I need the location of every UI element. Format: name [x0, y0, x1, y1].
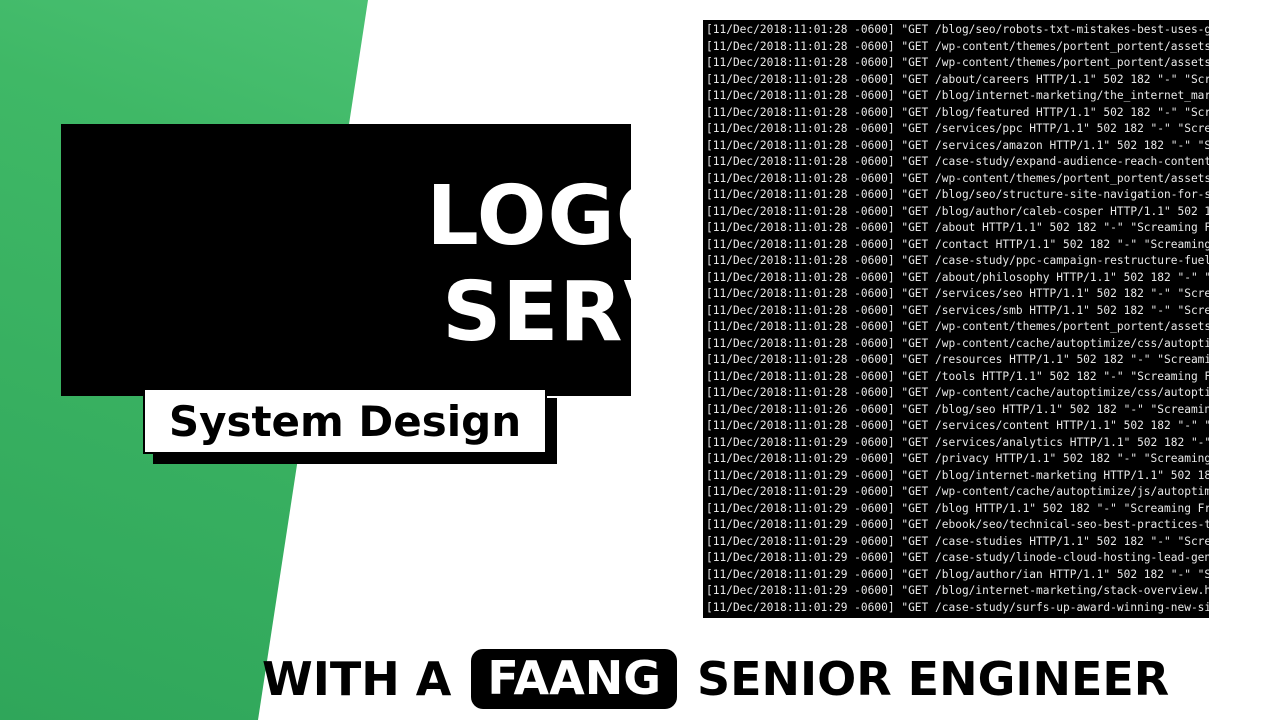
banner-suffix: SENIOR ENGINEER — [696, 652, 1170, 706]
log-line: [11/Dec/2018:11:01:29 -0600] "GET /ebook… — [706, 518, 1209, 531]
log-line: [11/Dec/2018:11:01:29 -0600] "GET /blog/… — [706, 468, 1209, 482]
log-line: [11/Dec/2018:11:01:28 -0600] "GET /blog/… — [706, 105, 1209, 119]
log-line: [11/Dec/2018:11:01:28 -0600] "GET /wp-co… — [706, 336, 1209, 350]
log-line: [11/Dec/2018:11:01:29 -0600] "GET /case-… — [706, 534, 1209, 548]
log-line: [11/Dec/2018:11:01:29 -0600] "GET /blog/… — [706, 567, 1209, 581]
log-line: [11/Dec/2018:11:01:28 -0600] "GET /about… — [706, 270, 1209, 284]
log-line: [11/Dec/2018:11:01:28 -0600] "GET /blog/… — [706, 188, 1209, 201]
log-line: [11/Dec/2018:11:01:29 -0600] "GET /blog/… — [706, 584, 1209, 597]
log-line: [11/Dec/2018:11:01:28 -0600] "GET /about… — [706, 221, 1209, 234]
log-line: [11/Dec/2018:11:01:28 -0600] "GET /servi… — [706, 303, 1209, 317]
subtitle-text: System Design — [168, 396, 522, 446]
log-line: [11/Dec/2018:11:01:28 -0600] "GET /servi… — [706, 287, 1209, 300]
log-line: [11/Dec/2018:11:01:29 -0600] "GET /priva… — [706, 452, 1209, 465]
log-line: [11/Dec/2018:11:01:28 -0600] "GET /wp-co… — [706, 39, 1209, 53]
bottom-banner: WITH A FAANG SENIOR ENGINEER — [262, 642, 1262, 716]
log-line: [11/Dec/2018:11:01:28 -0600] "GET /blog/… — [706, 23, 1209, 36]
log-line: [11/Dec/2018:11:01:28 -0600] "GET /wp-co… — [706, 320, 1209, 333]
log-line: [11/Dec/2018:11:01:28 -0600] "GET /servi… — [706, 138, 1209, 152]
log-terminal: [11/Dec/2018:11:01:28 -0600] "GET /blog/… — [703, 20, 1209, 618]
log-line: [11/Dec/2018:11:01:29 -0600] "GET /blog … — [706, 501, 1209, 515]
log-line: [11/Dec/2018:11:01:28 -0600] "GET /case-… — [706, 254, 1209, 267]
thumbnail-canvas: LOGGING SERVICE System Design [11/Dec/20… — [0, 0, 1280, 720]
log-line: [11/Dec/2018:11:01:29 -0600] "GET /servi… — [706, 435, 1209, 449]
log-line: [11/Dec/2018:11:01:28 -0600] "GET /wp-co… — [706, 56, 1209, 69]
log-line: [11/Dec/2018:11:01:28 -0600] "GET /servi… — [706, 419, 1209, 432]
subtitle-box: System Design — [143, 388, 547, 454]
log-line: [11/Dec/2018:11:01:29 -0600] "GET /case-… — [706, 551, 1209, 564]
banner-prefix: WITH A — [262, 652, 452, 706]
log-line: [11/Dec/2018:11:01:26 -0600] "GET /blog/… — [706, 402, 1209, 416]
log-line: [11/Dec/2018:11:01:28 -0600] "GET /blog/… — [706, 89, 1209, 102]
log-line: [11/Dec/2018:11:01:28 -0600] "GET /resou… — [706, 353, 1209, 366]
log-line: [11/Dec/2018:11:01:28 -0600] "GET /blog/… — [706, 204, 1209, 218]
log-line: [11/Dec/2018:11:01:28 -0600] "GET /conta… — [706, 237, 1209, 251]
faang-badge: FAANG — [471, 648, 677, 710]
log-line: [11/Dec/2018:11:01:28 -0600] "GET /wp-co… — [706, 386, 1209, 399]
log-line: [11/Dec/2018:11:01:29 -0600] "GET /case-… — [706, 600, 1209, 614]
log-line: [11/Dec/2018:11:01:29 -0600] "GET /wp-co… — [706, 485, 1209, 498]
log-line: [11/Dec/2018:11:01:28 -0600] "GET /servi… — [706, 122, 1209, 135]
log-line: [11/Dec/2018:11:01:28 -0600] "GET /tools… — [706, 369, 1209, 383]
log-line: [11/Dec/2018:11:01:28 -0600] "GET /about… — [706, 72, 1209, 86]
log-line: [11/Dec/2018:11:01:28 -0600] "GET /case-… — [706, 155, 1209, 168]
log-line: [11/Dec/2018:11:01:28 -0600] "GET /wp-co… — [706, 171, 1209, 185]
